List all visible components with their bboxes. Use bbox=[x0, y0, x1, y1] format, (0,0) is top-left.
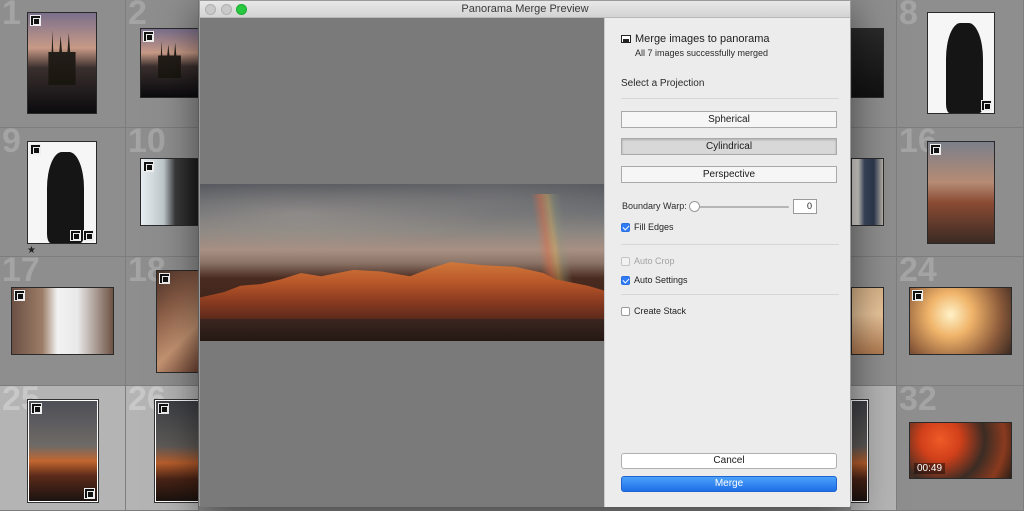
cell-number: 9 bbox=[2, 128, 21, 160]
tag-badge-icon bbox=[84, 488, 95, 499]
edited-badge-icon bbox=[159, 273, 170, 284]
edited-badge-icon bbox=[14, 290, 25, 301]
thumbnail-bride-window[interactable] bbox=[140, 158, 198, 226]
boundary-warp-slider[interactable] bbox=[693, 206, 789, 208]
thumbnail-canyon[interactable] bbox=[156, 270, 198, 373]
thumbnail-silhouette-selected[interactable] bbox=[27, 141, 97, 244]
cell-number: 10 bbox=[128, 128, 166, 160]
thumbnail-temple[interactable] bbox=[27, 12, 97, 114]
fill-edges-label: Fill Edges bbox=[634, 222, 674, 232]
merge-heading: Merge images to panorama bbox=[635, 33, 770, 45]
thumbnail-sedona-2[interactable] bbox=[154, 399, 198, 503]
grid-cell-24[interactable]: 24 bbox=[897, 257, 1024, 386]
thumbnail-sedona-rainbow[interactable] bbox=[27, 399, 99, 503]
cell-number: 1 bbox=[2, 0, 21, 32]
cell-number: 32 bbox=[899, 386, 937, 418]
tag-badge-icon bbox=[981, 100, 992, 111]
crop-badge-icon bbox=[83, 230, 94, 241]
projection-cylindrical-button[interactable]: Cylindrical bbox=[621, 138, 837, 155]
auto-crop-checkbox bbox=[621, 257, 630, 266]
auto-crop-label: Auto Crop bbox=[634, 256, 675, 266]
auto-settings-checkbox[interactable] bbox=[621, 276, 630, 285]
projection-label: Select a Projection bbox=[621, 78, 705, 89]
grid-cell-2[interactable]: 2 bbox=[126, 0, 199, 128]
divider bbox=[621, 98, 839, 99]
grid-cell-25[interactable]: 25 bbox=[0, 386, 126, 511]
grid-cell-10[interactable]: 10 bbox=[126, 128, 199, 257]
rating-star-icon: ★ bbox=[27, 245, 36, 256]
edited-badge-icon bbox=[912, 290, 923, 301]
merge-options-panel: Merge images to panorama All 7 images su… bbox=[604, 18, 850, 507]
grid-cell-8[interactable]: 8 bbox=[897, 0, 1024, 128]
thumbnail-silhouette[interactable] bbox=[927, 12, 995, 114]
boundary-warp-value-input[interactable]: 0 bbox=[793, 199, 817, 214]
edited-badge-icon bbox=[143, 161, 154, 172]
thumbnail-bride-redrock[interactable] bbox=[927, 141, 995, 244]
boundary-warp-slider-handle[interactable] bbox=[689, 201, 700, 212]
panorama-merge-dialog: Panorama Merge Preview Merge images to p… bbox=[199, 0, 851, 507]
edited-badge-icon bbox=[930, 144, 941, 155]
thumbnail-dark[interactable] bbox=[851, 28, 884, 98]
title-bar[interactable]: Panorama Merge Preview bbox=[200, 1, 850, 18]
grid-cell-15[interactable] bbox=[851, 128, 897, 257]
projection-perspective-button[interactable]: Perspective bbox=[621, 166, 837, 183]
create-stack-checkbox[interactable] bbox=[621, 307, 630, 316]
cell-number: 2 bbox=[128, 0, 147, 32]
cell-number: 24 bbox=[899, 257, 937, 289]
grid-cell-16[interactable]: 16 bbox=[897, 128, 1024, 257]
grid-cell-23[interactable] bbox=[851, 257, 897, 386]
projection-spherical-button[interactable]: Spherical bbox=[621, 111, 837, 128]
divider bbox=[621, 244, 839, 245]
cell-number: 17 bbox=[2, 257, 40, 289]
boundary-warp-label: Boundary Warp: bbox=[622, 201, 687, 211]
merge-button[interactable]: Merge bbox=[621, 476, 837, 492]
cancel-button[interactable]: Cancel bbox=[621, 453, 837, 469]
create-stack-label: Create Stack bbox=[634, 306, 687, 316]
tag-badge-icon bbox=[70, 230, 81, 241]
thumbnail-desert[interactable] bbox=[851, 287, 884, 355]
thumbnail-sedona-3[interactable] bbox=[851, 399, 869, 503]
divider bbox=[621, 294, 839, 295]
grid-cell-9[interactable]: 9 ★ bbox=[0, 128, 126, 257]
thumbnail-bride-dress[interactable] bbox=[11, 287, 114, 355]
thumbnail-groom[interactable] bbox=[851, 158, 884, 226]
edited-badge-icon bbox=[143, 31, 154, 42]
panorama-icon bbox=[621, 35, 631, 43]
panorama-preview-image bbox=[200, 184, 604, 341]
merge-status: All 7 images successfully merged bbox=[635, 48, 769, 58]
auto-settings-label: Auto Settings bbox=[634, 275, 688, 285]
thumbnail-video-leaves[interactable]: 00:49 bbox=[909, 422, 1012, 479]
grid-cell-32[interactable]: 32 00:49 bbox=[897, 386, 1024, 511]
panorama-preview-area bbox=[200, 18, 604, 507]
fill-edges-checkbox[interactable] bbox=[621, 223, 630, 232]
grid-cell-7[interactable] bbox=[851, 0, 897, 128]
video-duration: 00:49 bbox=[914, 463, 946, 474]
thumbnail-temple-night[interactable] bbox=[140, 28, 198, 98]
preview-ground bbox=[200, 319, 604, 341]
grid-cell-18[interactable]: 18 bbox=[126, 257, 199, 386]
edited-badge-icon bbox=[30, 15, 41, 26]
edited-badge-icon bbox=[158, 403, 169, 414]
grid-cell-1[interactable]: 1 bbox=[0, 0, 126, 128]
thumbnail-couple-sunset[interactable] bbox=[909, 287, 1012, 355]
grid-cell-26[interactable]: 26 bbox=[126, 386, 199, 511]
edited-badge-icon bbox=[30, 144, 41, 155]
grid-cell-17[interactable]: 17 bbox=[0, 257, 126, 386]
grid-cell-31[interactable] bbox=[851, 386, 897, 511]
dialog-title: Panorama Merge Preview bbox=[461, 3, 589, 15]
edited-badge-icon bbox=[31, 403, 42, 414]
cell-number: 8 bbox=[899, 0, 918, 32]
